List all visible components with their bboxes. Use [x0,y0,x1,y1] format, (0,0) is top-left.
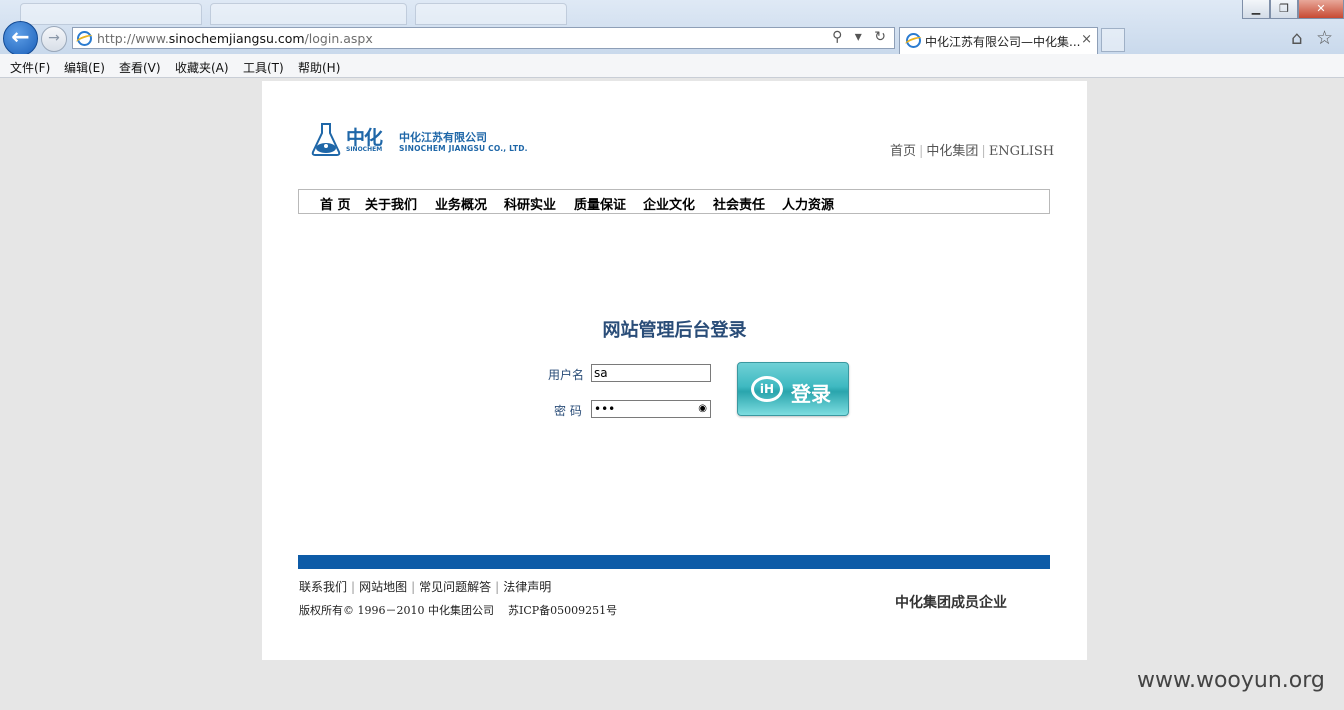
top-link-group[interactable]: 中化集团 [926,144,978,159]
nav-home[interactable]: 首 页 [320,194,351,213]
close-window-button[interactable]: ✕ [1298,0,1344,19]
menu-tools[interactable]: 工具(T) [243,59,284,76]
watermark: www.wooyun.org [1137,668,1325,693]
search-refresh-icons[interactable]: ⚲ ▾ ↻ [832,29,890,45]
footer-link-sitemap[interactable]: 网站地图 [359,580,407,594]
background-tab[interactable] [20,3,202,25]
nav-culture[interactable]: 企业文化 [643,194,695,213]
main-nav: 首 页 关于我们 业务概况 科研实业 质量保证 企业文化 社会责任 人力资源 [298,189,1050,214]
menu-favorites[interactable]: 收藏夹(A) [175,59,229,76]
login-title: 网站管理后台登录 [602,320,747,341]
logo-company-en: SINOCHEM JIANGSU CO., LTD. [399,144,528,153]
active-tab[interactable]: 中化江苏有限公司—中化集... × [899,27,1098,54]
background-tabstrip [0,0,1260,25]
icp-number[interactable]: 苏ICP备05009251号 [508,604,617,617]
restore-button[interactable]: ❐ [1270,0,1298,19]
url-text[interactable]: http://www.sinochemjiangsu.com/login.asp… [97,31,373,46]
password-dots: ••• [594,402,616,416]
top-link-english[interactable]: ENGLISH [989,144,1054,159]
footer-divider [298,555,1050,569]
ie-page-icon [77,31,92,46]
flask-logo-icon [311,123,341,156]
nav-hr[interactable]: 人力资源 [782,194,834,213]
password-input[interactable]: ••• ◉ [591,400,711,418]
minimize-button[interactable]: ▁ [1242,0,1270,19]
footer-link-contact[interactable]: 联系我们 [299,580,347,594]
footer-links: 联系我们 | 网站地图 | 常见问题解答 | 法律声明 [299,580,552,594]
nav-research[interactable]: 科研实业 [504,194,556,213]
tab-close-icon[interactable]: × [1081,32,1092,47]
username-input[interactable]: sa [591,364,711,382]
menu-file[interactable]: 文件(F) [10,59,50,76]
password-label: 密 码 [554,404,582,418]
forward-button[interactable]: → [41,26,67,52]
logo-company-cn: 中化江苏有限公司 [399,131,487,144]
reveal-password-icon[interactable]: ◉ [698,403,707,414]
top-links: 首页 | 中化集团 | ENGLISH [890,144,1055,159]
favorites-star-icon[interactable]: ☆ [1316,27,1333,49]
menu-help[interactable]: 帮助(H) [298,59,340,76]
company-logo[interactable]: 中化 SINOCHEM 中化江苏有限公司 SINOCHEM JIANGSU CO… [310,122,530,158]
footer-link-legal[interactable]: 法律声明 [503,580,551,594]
tab-title: 中化江苏有限公司—中化集... [925,35,1081,49]
home-icon[interactable]: ⌂ [1291,28,1302,49]
nav-responsibility[interactable]: 社会责任 [713,194,765,213]
new-tab-button[interactable] [1101,28,1125,52]
username-label: 用户名 [548,368,585,382]
login-button[interactable]: iH 登录 [737,362,849,416]
window-controls: ▁ ❐ ✕ [1242,0,1344,20]
nav-about[interactable]: 关于我们 [365,194,417,213]
copyright-text: 版权所有© 1996－2010 中化集团公司 苏ICP备05009251号 [299,604,618,617]
nav-business[interactable]: 业务概况 [435,194,487,213]
background-tab[interactable] [415,3,567,25]
member-badge: 中化集团成员企业 [895,595,1007,611]
address-bar[interactable]: http://www.sinochemjiangsu.com/login.asp… [72,27,895,49]
menu-bar: 文件(F) 编辑(E) 查看(V) 收藏夹(A) 工具(T) 帮助(H) [0,54,1344,78]
footer-link-faq[interactable]: 常见问题解答 [419,580,491,594]
login-button-label: 登录 [791,382,831,406]
back-button[interactable]: ← [3,21,38,56]
ie-tab-icon [906,33,921,48]
web-page: 中化 SINOCHEM 中化江苏有限公司 SINOCHEM JIANGSU CO… [262,81,1087,660]
menu-edit[interactable]: 编辑(E) [64,59,105,76]
nav-quality[interactable]: 质量保证 [574,194,626,213]
menu-view[interactable]: 查看(V) [119,59,161,76]
background-tab[interactable] [210,3,407,25]
logo-brand-en: SINOCHEM [346,146,383,153]
browser-chrome: ▁ ❐ ✕ ← → http://www.sinochemjiangsu.com… [0,0,1344,56]
ih-logo-icon: iH [751,376,783,402]
top-link-home[interactable]: 首页 [890,144,916,159]
